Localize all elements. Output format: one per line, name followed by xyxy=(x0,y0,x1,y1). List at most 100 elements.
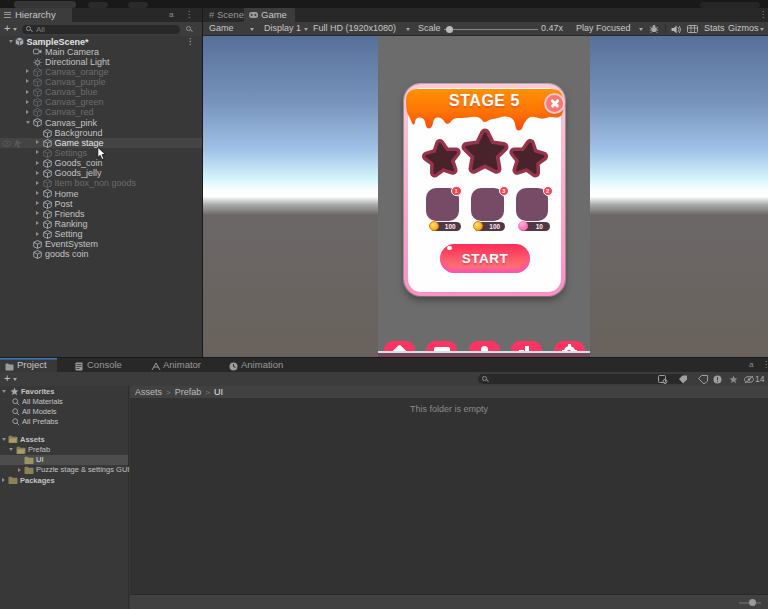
play-focused-dropdown[interactable]: Play Focused xyxy=(576,22,631,35)
expand-arrow-icon[interactable] xyxy=(36,161,39,165)
camera-dropdown[interactable]: Game xyxy=(209,22,234,35)
expand-arrow-icon[interactable] xyxy=(26,79,29,83)
expand-arrow-icon[interactable] xyxy=(36,171,39,175)
game-view-menu-icon[interactable]: ⋮ xyxy=(759,8,767,22)
project-folder-puzzle-stage-settings-gui[interactable]: Puzzle stage & settings GUI xyxy=(0,465,128,475)
hierarchy-row[interactable]: Canvas_green xyxy=(0,97,202,107)
thumbnail-size-slider-knob[interactable] xyxy=(749,599,756,606)
scene-menu-icon[interactable]: ⋮ xyxy=(186,37,194,47)
hierarchy-row[interactable]: Canvas_blue xyxy=(0,87,202,97)
search-by-label-icon[interactable] xyxy=(678,375,688,384)
hierarchy-row[interactable]: Home xyxy=(0,189,202,199)
expand-arrow-icon[interactable] xyxy=(26,90,29,94)
scale-slider-track[interactable] xyxy=(444,29,538,31)
breadcrumb-item[interactable]: Assets xyxy=(135,387,162,397)
hierarchy-row[interactable]: Post xyxy=(0,199,202,209)
hierarchy-row[interactable]: Directional Light xyxy=(0,57,202,67)
add-gameobject-button[interactable]: + xyxy=(4,22,10,35)
search-by-type-icon[interactable] xyxy=(658,375,668,384)
tab-project[interactable]: Project xyxy=(0,358,57,372)
project-tree-row[interactable]: All Prefabs xyxy=(0,417,128,427)
project-folder-prefab[interactable]: Prefab xyxy=(0,445,128,455)
expand-arrow-icon[interactable] xyxy=(2,438,6,441)
hierarchy-row[interactable]: Background xyxy=(0,128,202,138)
start-button[interactable]: START xyxy=(440,244,530,274)
hierarchy-row[interactable]: Canvas_purple xyxy=(0,77,202,87)
expand-arrow-icon[interactable] xyxy=(36,211,39,215)
hierarchy-row-label: Main Camera xyxy=(45,47,99,57)
tab-hierarchy[interactable]: Hierarchy xyxy=(0,8,72,22)
hierarchy-row[interactable]: Item box_non goods xyxy=(0,178,202,188)
nav-home-button[interactable] xyxy=(384,341,415,351)
debug-icon[interactable] xyxy=(649,24,659,34)
nav-post-button[interactable] xyxy=(426,341,457,351)
gizmos-dropdown[interactable]: Gizmos xyxy=(728,22,759,35)
tab-animation[interactable]: Animation xyxy=(224,358,290,372)
expand-arrow-icon[interactable] xyxy=(36,191,39,195)
nav-friends-button[interactable] xyxy=(469,341,500,351)
alert-icon[interactable] xyxy=(713,375,722,384)
expand-arrow-icon[interactable] xyxy=(36,201,39,205)
nav-settings-button[interactable] xyxy=(554,341,585,351)
visibility-toggle-icon[interactable] xyxy=(2,139,24,148)
nav-ranking-button[interactable] xyxy=(511,341,542,351)
hierarchy-row[interactable]: SampleScene*⋮ xyxy=(0,37,202,47)
close-button[interactable] xyxy=(544,93,565,114)
expand-arrow-icon[interactable] xyxy=(36,140,39,144)
expand-arrow-icon[interactable] xyxy=(26,69,29,73)
hierarchy-row[interactable]: Setting xyxy=(0,229,202,239)
hierarchy-search-input[interactable]: All xyxy=(22,25,180,35)
stats-toggle[interactable]: Stats xyxy=(704,22,725,35)
project-tree-row[interactable]: All Models xyxy=(0,407,128,417)
display-dropdown[interactable]: Display 1 xyxy=(264,22,301,35)
expand-arrow-icon[interactable] xyxy=(26,110,29,114)
expand-arrow-icon[interactable] xyxy=(36,181,39,185)
project-lock-icon[interactable]: a xyxy=(749,358,753,372)
project-folder-ui[interactable]: UI xyxy=(0,455,128,465)
expand-arrow-icon[interactable] xyxy=(26,100,29,104)
hierarchy-row[interactable]: Canvas_orange xyxy=(0,67,202,77)
tab-scene[interactable]: # Scene xyxy=(203,8,244,22)
expand-arrow-icon[interactable] xyxy=(36,150,39,154)
favorites-star-icon[interactable] xyxy=(729,375,738,384)
project-search-input[interactable] xyxy=(478,374,686,384)
hierarchy-row[interactable]: Ranking xyxy=(0,219,202,229)
tab-console[interactable]: Console xyxy=(70,358,128,372)
hierarchy-row[interactable]: EventSystem xyxy=(0,239,202,249)
hidden-packages-icon[interactable] xyxy=(744,375,754,384)
hierarchy-row[interactable]: Main Camera xyxy=(0,47,202,57)
expand-arrow-icon[interactable] xyxy=(9,448,13,451)
expand-arrow-icon[interactable] xyxy=(2,478,5,482)
project-tree-row[interactable]: Favorites xyxy=(0,387,128,397)
expand-arrow-icon[interactable] xyxy=(18,468,21,472)
add-chevron-icon[interactable] xyxy=(13,28,17,31)
breadcrumb-item[interactable]: UI xyxy=(214,387,223,397)
hierarchy-menu-icon[interactable]: ⋮ xyxy=(185,8,193,22)
tag-icon[interactable] xyxy=(698,375,708,384)
project-folder-assets[interactable]: Assets xyxy=(0,435,128,445)
project-folder-packages[interactable]: Packages xyxy=(0,476,128,486)
hierarchy-row[interactable]: Goods_jelly xyxy=(0,168,202,178)
tab-animator[interactable]: Animator xyxy=(146,358,208,372)
hierarchy-icon xyxy=(4,12,11,18)
scale-slider-knob[interactable] xyxy=(446,26,453,33)
expand-arrow-icon[interactable] xyxy=(36,232,39,236)
hierarchy-row[interactable]: Canvas_pink xyxy=(0,118,202,128)
tab-game[interactable]: Game xyxy=(244,8,295,22)
project-tree-row[interactable]: All Materials xyxy=(0,397,128,407)
scene-tab-label: Scene xyxy=(217,8,244,22)
create-asset-button[interactable]: + xyxy=(4,372,10,385)
lock-icon[interactable]: a xyxy=(169,8,173,22)
resolution-dropdown[interactable]: Full HD (1920x1080) xyxy=(313,22,396,35)
breadcrumb-item[interactable]: Prefab xyxy=(175,387,202,397)
vsync-icon[interactable] xyxy=(687,25,698,33)
expand-arrow-icon[interactable] xyxy=(26,121,30,124)
expand-arrow-icon[interactable] xyxy=(36,221,39,225)
project-menu-icon[interactable]: ⋮ xyxy=(762,358,768,372)
mute-audio-icon[interactable] xyxy=(671,25,682,34)
signin-button-partial[interactable] xyxy=(14,1,76,8)
hierarchy-row[interactable]: goods coin xyxy=(0,249,202,259)
expand-arrow-icon[interactable] xyxy=(9,40,13,43)
hierarchy-row[interactable]: Canvas_red xyxy=(0,107,202,117)
hierarchy-row[interactable]: Friends xyxy=(0,209,202,219)
